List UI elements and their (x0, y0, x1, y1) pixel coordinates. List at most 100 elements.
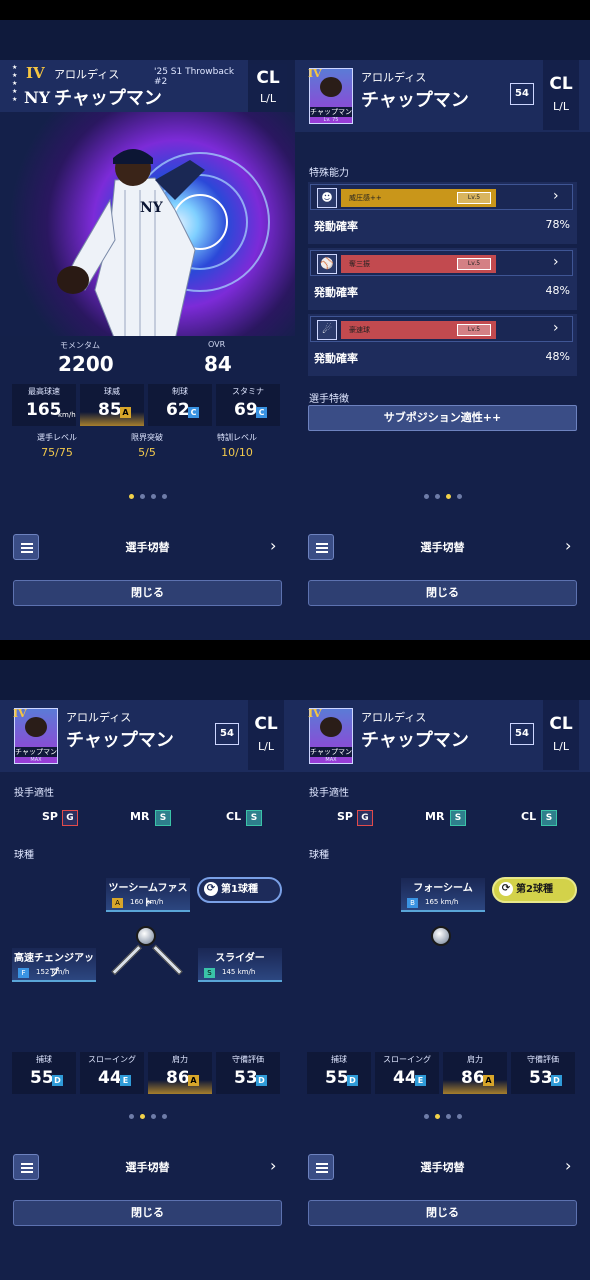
stat-label: スタミナ (232, 387, 264, 396)
close-button[interactable]: 閉じる (308, 580, 577, 606)
player-last-name: チャップマン (361, 730, 469, 751)
level-badge: 54 (510, 723, 534, 745)
stat-catching: 捕球 55 D (12, 1052, 76, 1094)
pitch-slot-button[interactable]: ⟳ 第2球種 (492, 877, 577, 903)
ability-bar[interactable]: ☻ 威圧感++ Lv.5 › (310, 184, 573, 210)
avatar-name: チャップマン (15, 747, 57, 757)
pitch-tag[interactable]: 高速チェンジアップ F 152 km/h (12, 948, 96, 982)
player-first-name: アロルディス (54, 68, 120, 81)
rank-badge: IV (308, 707, 322, 720)
switch-player-label: 選手切替 (420, 1161, 465, 1174)
page-dot[interactable] (161, 494, 167, 499)
ability-row[interactable]: ☄ 豪速球 Lv.5 › 発動確率 48% (308, 314, 577, 376)
page-dot[interactable] (423, 494, 429, 499)
close-button[interactable]: 閉じる (308, 1200, 577, 1226)
apt-label: CL (226, 810, 242, 823)
pitch-panel-2: IV チャップマン MAX アロルディス チャップマン 54 CL L/L 投手… (295, 700, 590, 1280)
page-dot[interactable] (434, 1114, 440, 1119)
next-player-button[interactable]: › (565, 536, 571, 555)
pitch-tag[interactable]: ツーシームファスト A 160 km/h (106, 878, 190, 912)
position-label: CL (549, 714, 573, 734)
pitch-direction-right (152, 944, 183, 976)
pitching-stats: 最高球速 165 km/h 球威 85 A 制球 62 C スタミナ 69 C (12, 384, 282, 426)
position-box: CL L/L (543, 700, 579, 770)
page-dot[interactable] (139, 1114, 145, 1119)
page-dot[interactable] (128, 494, 134, 499)
grade-badge: D (347, 1075, 358, 1086)
momentum-value: 2200 (58, 352, 114, 376)
aptitude-row: SP G MR S CL S (295, 800, 590, 840)
next-player-button[interactable]: › (270, 536, 276, 555)
page-dot[interactable] (445, 494, 451, 499)
player-header: IV チャップマン MAX アロルディス チャップマン 54 CL L/L (295, 700, 590, 772)
trait-button[interactable]: サブポジション適性++ (308, 405, 577, 431)
aptitude-title: 投手適性 (14, 788, 54, 799)
grade-badge: A (188, 1075, 199, 1086)
avatar-level: Lv. 75 (323, 117, 339, 123)
position-label: CL (549, 74, 573, 94)
stat-label: 球威 (104, 387, 120, 396)
stat-power: 球威 85 A (80, 384, 144, 426)
stat-defense-rating: 守備評価 53 D (511, 1052, 575, 1094)
apt-grade: S (246, 810, 262, 826)
page-dot[interactable] (150, 494, 156, 499)
next-player-button[interactable]: › (565, 1156, 571, 1175)
ability-row[interactable]: ☻ 威圧感++ Lv.5 › 発動確率 78% (308, 182, 577, 244)
prob-label: 発動確率 (314, 286, 358, 299)
stat-label: スローイング (383, 1055, 431, 1064)
pitch-name: フォーシーム (413, 883, 473, 894)
player-first-name: アロルディス (361, 71, 427, 84)
limit-break-label: 限界突破 (131, 433, 163, 442)
page-dot[interactable] (139, 494, 145, 499)
limit-break-value: 5/5 (138, 446, 156, 459)
grade-badge: A (483, 1075, 494, 1086)
pitch-tag[interactable]: フォーシーム B 165 km/h (401, 878, 485, 912)
baseball-icon (136, 926, 156, 946)
page-dot[interactable] (445, 1114, 451, 1119)
handedness: L/L (553, 100, 569, 113)
close-button[interactable]: 閉じる (13, 580, 282, 606)
position-box: CL L/L (543, 60, 579, 130)
player-level-value: 75/75 (41, 446, 73, 459)
nav-row: ‹ 選手切替 › (0, 1154, 295, 1184)
avatar-head (25, 717, 47, 737)
next-player-button[interactable]: › (270, 1156, 276, 1175)
nav-row: ‹ 選手切替 › (0, 534, 295, 564)
page-dot[interactable] (128, 1114, 134, 1119)
prob-value: 78% (545, 218, 570, 231)
stat-control: 制球 62 C (148, 384, 212, 426)
stat-value: 85 (98, 400, 122, 420)
prob-value: 48% (545, 284, 570, 297)
ability-level: Lv.5 (457, 324, 491, 336)
nav-row: ‹ 選手切替 › (295, 534, 590, 564)
close-button[interactable]: 閉じる (13, 1200, 282, 1226)
ability-bar[interactable]: ⚾ 奪三振 Lv.5 › (310, 250, 573, 276)
stat-label: 守備評価 (232, 1055, 264, 1064)
apt-grade: G (62, 810, 78, 826)
training-level-value: 10/10 (221, 446, 253, 459)
stat-label: 最高球速 (28, 387, 60, 396)
pitch-tag[interactable]: スライダー S 145 km/h (198, 948, 282, 982)
position-box: CL L/L (249, 64, 287, 114)
svg-text:NY: NY (140, 200, 164, 216)
page-dot[interactable] (161, 1114, 167, 1119)
page-dot[interactable] (150, 1114, 156, 1119)
page-dot[interactable] (423, 1114, 429, 1119)
stat-stamina: スタミナ 69 C (216, 384, 280, 426)
prob-value: 48% (545, 350, 570, 363)
momentum-label: モメンタム (60, 341, 100, 350)
pitch-slot-button[interactable]: ⟳ 第1球種 (197, 877, 282, 903)
stat-unit: km/h (58, 411, 76, 419)
ability-row[interactable]: ⚾ 奪三振 Lv.5 › 発動確率 48% (308, 248, 577, 310)
ability-bar[interactable]: ☄ 豪速球 Lv.5 › (310, 316, 573, 342)
page-dot[interactable] (456, 494, 462, 499)
stat-value: 44 (98, 1068, 122, 1088)
grade-badge: D (256, 1075, 267, 1086)
page-dot[interactable] (434, 494, 440, 499)
stat-value: 44 (393, 1068, 417, 1088)
grade-badge: C (256, 407, 267, 418)
player-level-label: 選手レベル (37, 433, 77, 442)
page-dot[interactable] (456, 1114, 462, 1119)
avatar-head (320, 717, 342, 737)
grade-badge: E (415, 1075, 426, 1086)
